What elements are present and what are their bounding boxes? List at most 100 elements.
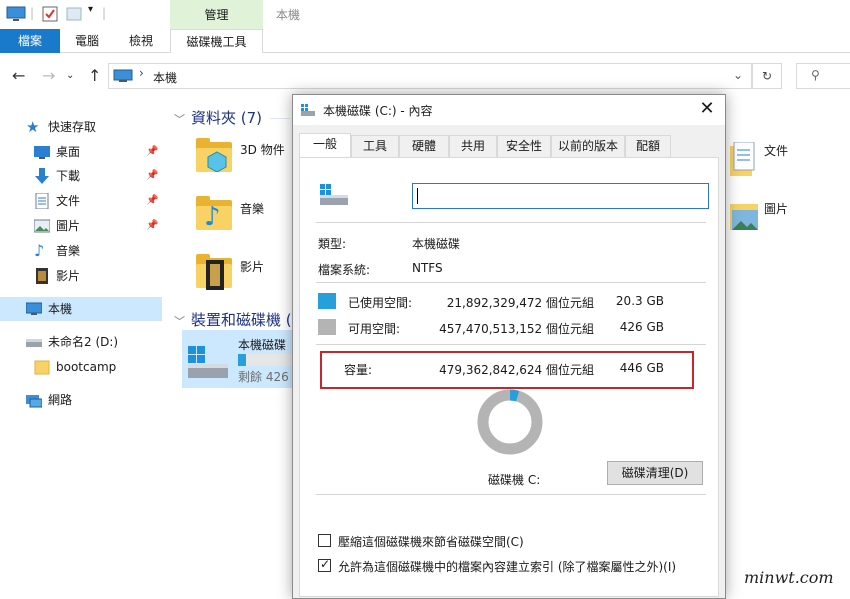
text-caret — [417, 188, 418, 204]
sidebar-item-label: 音樂 — [56, 244, 81, 258]
used-space-bytes: 21,892,329,472 個位元組 — [446, 296, 594, 310]
sidebar-item-label: 本機 — [48, 302, 73, 316]
folders-group-header[interactable]: ﹀ 資料夾 (7) — [174, 107, 262, 128]
sidebar-item-label: 影片 — [56, 269, 81, 283]
collapse-chevron-icon[interactable]: ﹀ — [174, 315, 185, 328]
group-title: 資料夾 (7) — [191, 109, 263, 127]
this-pc-icon — [26, 302, 42, 315]
video-icon — [36, 268, 48, 284]
this-pc-icon — [113, 69, 133, 82]
search-icon: ⚲ — [811, 68, 820, 82]
divider — [316, 494, 706, 495]
drive-c-tile[interactable]: 本機磁碟 剩餘 426 — [182, 330, 292, 388]
free-space-size: 426 GB — [619, 320, 664, 334]
close-icon[interactable]: ✕ — [697, 98, 717, 119]
toolbar-divider: | — [102, 6, 107, 20]
windows-drive-icon — [188, 346, 228, 378]
customize-toolbar-icon[interactable]: ▾ — [88, 4, 93, 15]
drive-icon — [26, 339, 42, 347]
forward-arrow-icon[interactable]: → — [42, 66, 55, 85]
chevron-down-icon[interactable]: ⌄ — [733, 68, 743, 82]
type-label: 類型: — [318, 237, 347, 251]
back-arrow-icon[interactable]: ← — [12, 66, 25, 85]
sidebar-item-label: 下載 — [56, 169, 81, 183]
music-note-icon: ♪ — [34, 241, 45, 260]
properties-icon[interactable] — [42, 6, 58, 22]
navigation-bar: ← → ⌄ ↑ › 本機 ⌄ ↻ ⚲ — [0, 60, 850, 92]
drive-caption: 磁碟機 C: — [488, 473, 541, 487]
compress-checkbox[interactable] — [318, 534, 331, 547]
divider — [316, 344, 706, 345]
documents-folder-icon[interactable] — [728, 142, 756, 178]
new-folder-icon[interactable] — [66, 6, 82, 22]
toolbar-divider: | — [30, 6, 35, 20]
this-pc-icon[interactable] — [6, 6, 26, 22]
drive-name-input[interactable] — [412, 183, 709, 209]
refresh-icon: ↻ — [761, 69, 773, 83]
index-checkbox[interactable]: ✓ — [318, 557, 331, 572]
document-icon — [35, 193, 49, 209]
sidebar-item-label: 網路 — [48, 393, 73, 407]
drive-icon — [301, 104, 315, 116]
folder-videos-icon[interactable] — [196, 254, 234, 290]
recent-chevron-icon[interactable]: ⌄ — [66, 70, 74, 81]
tab-file[interactable]: 檔案 — [0, 29, 60, 53]
pin-icon[interactable]: 📌 — [146, 190, 158, 212]
group-divider — [270, 118, 290, 119]
up-arrow-icon[interactable]: ↑ — [88, 66, 101, 85]
folder-3d-objects-icon[interactable] — [196, 138, 234, 172]
collapse-chevron-icon[interactable]: ﹀ — [174, 113, 185, 126]
tab-general[interactable]: 一般 — [299, 133, 351, 158]
file-system-label: 檔案系統: — [318, 263, 371, 277]
tab-tools[interactable]: 工具 — [351, 135, 399, 157]
tab-security[interactable]: 安全性 — [497, 135, 551, 157]
folder-label[interactable]: 音樂 — [240, 200, 264, 217]
star-icon: ★ — [26, 118, 40, 136]
sidebar-item-label: bootcamp — [56, 360, 117, 374]
contextual-group-label: 管理 — [204, 8, 229, 22]
pictures-folder-icon[interactable] — [728, 198, 760, 234]
free-space-label: 可用空間: — [348, 322, 401, 336]
tab-quota[interactable]: 配額 — [625, 135, 671, 157]
devices-group-header[interactable]: ﹀ 裝置和磁碟機 ( — [174, 309, 292, 330]
pin-icon[interactable]: 📌 — [146, 141, 158, 163]
folder-label[interactable]: 影片 — [240, 258, 264, 275]
breadcrumb-separator-icon: › — [139, 66, 144, 80]
tab-previous-versions[interactable]: 以前的版本 — [551, 135, 625, 157]
used-space-swatch — [318, 293, 336, 309]
tab-view[interactable]: 檢視 — [116, 29, 166, 53]
search-box[interactable]: ⚲ — [796, 63, 850, 89]
divider — [316, 222, 706, 223]
type-value: 本機磁碟 — [412, 237, 461, 251]
drive-usage-bar — [238, 354, 292, 366]
folder-label[interactable]: 文件 — [764, 142, 788, 159]
divider — [316, 282, 706, 283]
disk-cleanup-button[interactable]: 磁碟清理(D) — [607, 461, 703, 485]
index-label: 允許為這個磁碟機中的檔案內容建立索引 (除了檔案屬性之外)(I) — [338, 560, 677, 574]
pin-icon[interactable]: 📌 — [146, 215, 158, 237]
tab-drive-tools[interactable]: 磁碟機工具 — [170, 29, 263, 53]
folder-label[interactable]: 圖片 — [764, 200, 788, 217]
tab-sharing[interactable]: 共用 — [449, 135, 497, 157]
drive-usage-fill — [238, 354, 246, 366]
ribbon-tab-bar: 檔案 電腦 檢視 磁碟機工具 — [0, 29, 850, 53]
used-space-label: 已使用空間: — [348, 296, 413, 310]
film-strip-icon — [206, 260, 224, 290]
drive-name: 本機磁碟 — [238, 338, 287, 352]
tab-hardware[interactable]: 硬體 — [399, 135, 449, 157]
window-title: 本機 — [276, 8, 301, 22]
used-space-size: 20.3 GB — [615, 294, 664, 308]
folder-icon — [34, 360, 50, 375]
address-bar[interactable]: › 本機 ⌄ — [108, 63, 752, 89]
network-icon — [26, 395, 42, 408]
pin-icon[interactable]: 📌 — [146, 165, 158, 187]
folder-music-icon[interactable]: ♪ — [196, 196, 234, 232]
capacity-size: 446 GB — [619, 361, 664, 375]
dialog-titlebar[interactable]: 本機磁碟 (C:) - 內容 ✕ — [293, 95, 725, 125]
folder-label[interactable]: 3D 物件 — [240, 141, 285, 158]
tab-computer[interactable]: 電腦 — [62, 29, 112, 53]
free-space-bytes: 457,470,513,152 個位元組 — [439, 322, 594, 336]
refresh-button[interactable]: ↻ — [752, 63, 782, 89]
breadcrumb[interactable]: 本機 — [153, 69, 177, 86]
compress-label: 壓縮這個磁碟機來節省磁碟空間(C) — [338, 535, 524, 549]
